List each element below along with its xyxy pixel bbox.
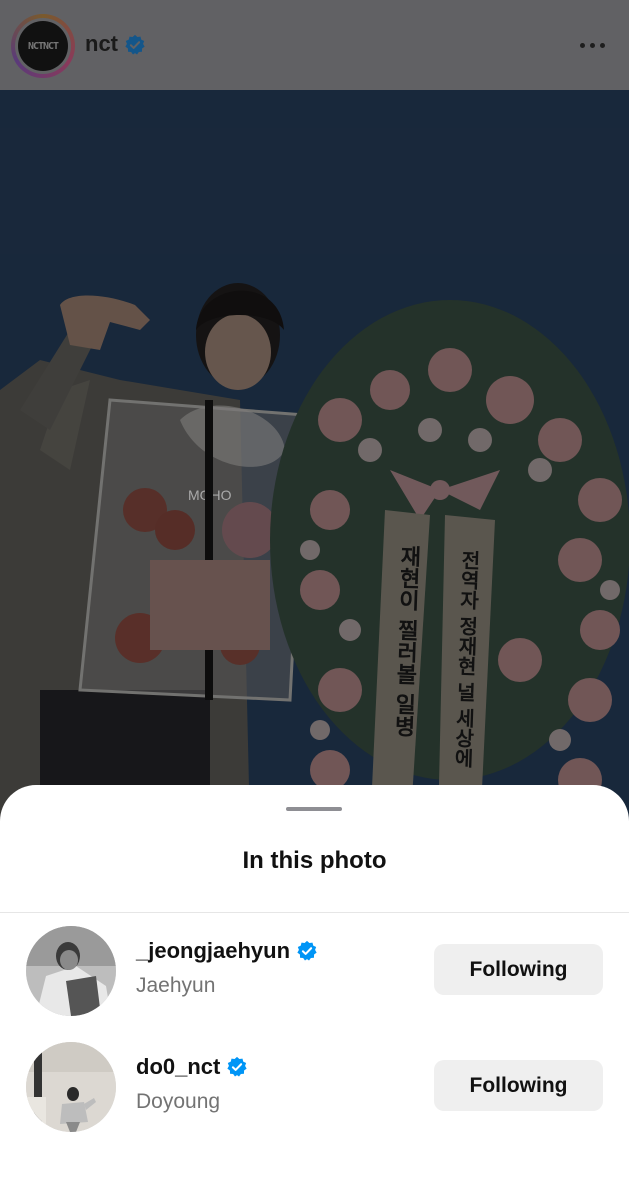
username[interactable]: _jeongjaehyun — [136, 938, 290, 964]
tagged-people-sheet: In this photo _jeongjaehyun Jaehyun Foll… — [0, 785, 629, 1199]
verified-badge-icon — [227, 1056, 247, 1077]
following-button[interactable]: Following — [434, 1060, 603, 1111]
post-header: NCTNCT nct — [0, 0, 629, 90]
profile-avatar[interactable]: NCTNCT — [11, 14, 75, 78]
avatar[interactable] — [26, 1042, 116, 1132]
full-name: Jaehyun — [136, 974, 216, 997]
sheet-title: In this photo — [242, 847, 387, 874]
list-item[interactable]: do0_nct Doyoung Following — [0, 1042, 629, 1142]
doyoung-avatar-image — [26, 1042, 116, 1132]
jaehyun-avatar-image — [26, 926, 116, 1016]
username[interactable]: do0_nct — [136, 1054, 220, 1080]
avatar[interactable] — [26, 926, 116, 1016]
nct-logo: NCTNCT — [18, 21, 68, 71]
more-options-icon[interactable] — [580, 43, 606, 49]
account-name[interactable]: nct — [85, 31, 118, 57]
list-item[interactable]: _jeongjaehyun Jaehyun Following — [0, 926, 629, 1026]
verified-badge-icon — [125, 34, 145, 55]
sheet-drag-handle[interactable] — [286, 807, 342, 811]
full-name: Doyoung — [136, 1090, 221, 1113]
following-button[interactable]: Following — [434, 944, 603, 995]
divider — [0, 912, 629, 913]
verified-badge-icon — [297, 940, 317, 961]
post-photo[interactable]: MOHO 재현이 찔러볼 일병 전역자 — [0, 90, 629, 830]
dim-overlay — [0, 90, 629, 830]
